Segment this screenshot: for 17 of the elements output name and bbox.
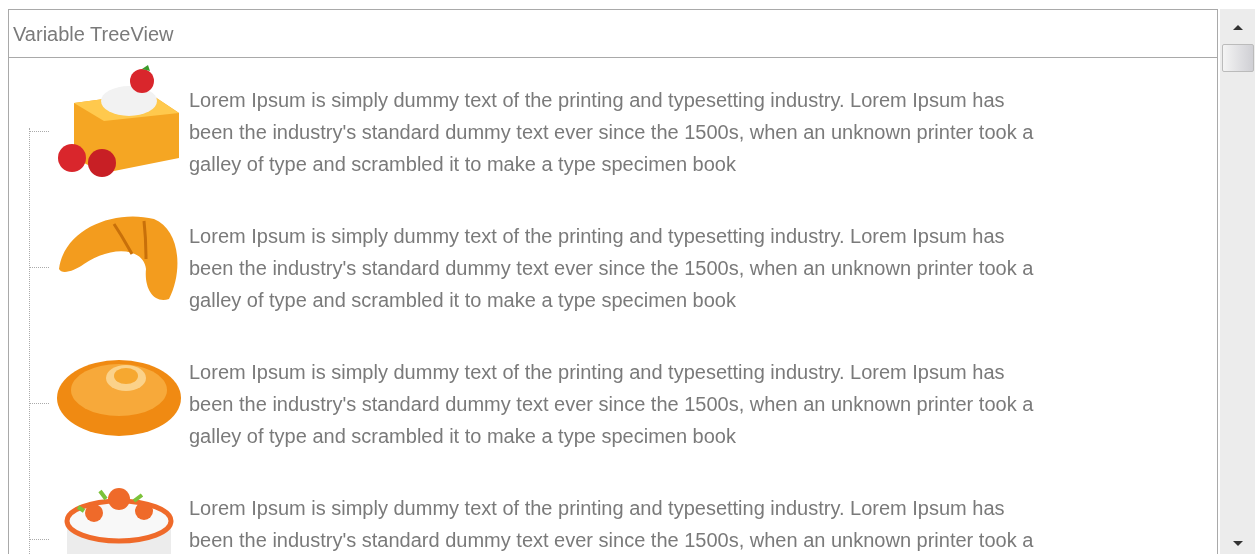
scrollbar[interactable] — [1220, 9, 1255, 554]
item-description: galley of type and scrambled it to make a type specimen book — [189, 152, 737, 177]
item-description: galley of type and scrambled it to make a type specimen book — [189, 424, 737, 449]
scroll-thumb[interactable] — [1221, 44, 1254, 72]
tree-item[interactable]: Lorem Ipsum is simply dummy text of the printing and typesetting industry. Lorem Ipsum has been the industry's standard dummy text ever since the 1500s, when an unknown printer took a — [29, 470, 1217, 554]
item-description: Lorem Ipsum is simply dummy text of the printing and typesetting industry. Lorem Ipsum has — [189, 496, 1006, 521]
item-description: Lorem Ipsum is simply dummy text of the printing and typesetting industry. Lorem Ipsum has — [189, 360, 1006, 385]
scroll-up-icon[interactable] — [1232, 25, 1243, 30]
item-description: Lorem Ipsum is simply dummy text of the printing and typesetting industry. Lorem Ipsum has — [189, 224, 1006, 249]
item-description: been the industry's standard dummy text ever since the 1500s, when an unknown printer took a — [189, 392, 1034, 417]
item-description: been the industry's standard dummy text ever since the 1500s, when an unknown printer took a — [189, 256, 1034, 281]
item-description: been the industry's standard dummy text ever since the 1500s, when an unknown printer took a — [189, 528, 1034, 553]
item-description: been the industry's standard dummy text ever since the 1500s, when an unknown printer took a — [189, 120, 1034, 145]
scroll-down-icon[interactable] — [1232, 541, 1243, 546]
panel-title: Variable TreeView — [13, 21, 174, 47]
item-description: Lorem Ipsum is simply dummy text of the printing and typesetting industry. Lorem Ipsum has — [189, 88, 1006, 113]
item-description: galley of type and scrambled it to make a type specimen book — [189, 288, 737, 313]
